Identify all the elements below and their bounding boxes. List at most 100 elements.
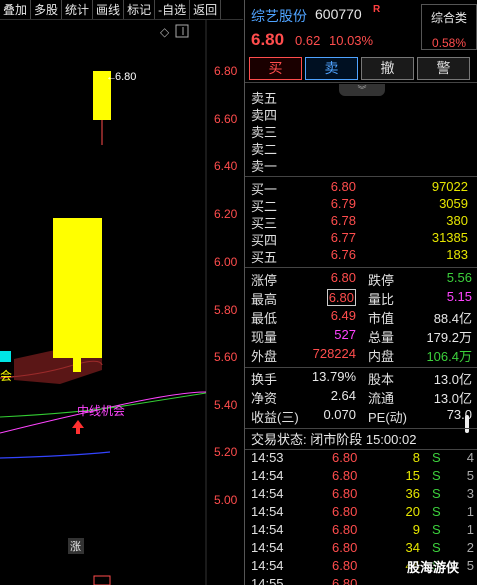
tick-price: 6.80 [332,522,358,537]
axis-label-500: 5.00 [214,493,238,507]
axis-label-680: 6.80 [214,64,238,78]
stats-row: 涨停 6.80 跌停 5.56 [245,270,477,289]
tick-count: 4 [466,450,474,465]
candle-large [53,218,102,358]
tick-row: 14:54 6.80 36 S 3 [245,486,477,504]
tick-direction: S [432,450,441,465]
nav-label: 净资 [251,391,278,406]
limit-down-value: 5.56 [446,270,472,285]
sector-pct: 0.58% [431,36,467,50]
tick-time: 14:55 [251,576,284,585]
window-toggle-icon[interactable] [175,24,189,38]
bid-volume: 31385 [431,230,468,245]
tick-price: 6.80 [332,486,358,501]
tick-volume: 8 [412,450,420,465]
bid-price: 6.79 [330,196,356,211]
tick-row: 14:53 6.80 8 S 4 [245,450,477,468]
signal-text: 中线机会 [77,403,125,418]
float-label: 流通 [368,391,395,406]
price-change-pct: 10.03% [329,33,374,48]
tick-count: 2 [466,540,474,555]
kline-chart[interactable]: ◇ 6.80 6.60 6.40 6.20 6.00 5.80 5.60 5.4… [0,20,243,585]
vol-ratio-label: 量比 [368,292,395,307]
current-price: 6.80 [251,30,285,49]
low-value: 6.49 [330,308,356,323]
r-badge: R [373,4,381,15]
tick-count: 5 [466,558,474,573]
tick-price: 6.80 [332,468,358,483]
axis-label-640: 6.40 [214,159,238,173]
toolbar-statistics[interactable]: 统计 [62,0,94,19]
sector-name: 综合类 [430,11,467,25]
bid-book: 买一 6.80 97022 买二 6.79 3059 买三 6.78 380 买四 6.77 3… [245,179,477,265]
stats-row: 收益(三) 0.070 PE(动) 73.0 [245,407,477,426]
eps-label: 收益(三) [251,410,299,425]
ask-row: 卖三 [245,122,477,140]
divider-stats [245,267,477,268]
diamond-icon[interactable]: ◇ [160,25,170,39]
stats-row: 换手 13.79% 股本 13.0亿 [245,369,477,388]
candle-large-tail [73,358,81,372]
stock-name: 综艺股份 [251,8,307,24]
bid-volume: 3059 [439,196,468,211]
equity-label: 股本 [368,372,395,387]
total-vol-value: 179.2万 [426,330,472,345]
tick-count: 5 [466,468,474,483]
vol-ratio-value: 5.15 [446,289,472,304]
ask-row: 卖二 [245,139,477,157]
cancel-button[interactable]: 撤 [361,57,414,80]
bid-row: 买五 6.76 183 [245,247,477,265]
toolbar-remove-watchlist[interactable]: -自选 [155,0,191,19]
pe-label: PE(动) [368,410,408,425]
limit-up-value: 6.80 [330,270,356,285]
tick-count: 3 [466,486,474,501]
quote-panel: 综艺股份 600770 R 6.80 0.62 10.03% 综合类 0.58%… [244,0,477,585]
equity-value: 13.0亿 [433,372,472,387]
limit-up-label: 涨停 [251,273,278,288]
toolbar-overlay[interactable]: 叠加 [0,0,32,19]
stats-row: 最高 6.80 量比 5.15 [245,289,477,308]
tick-volume: 34 [405,540,420,555]
stock-code: 600770 [315,6,362,22]
tick-row: 14:54 6.80 20 S 1 [245,504,477,522]
toolbar-back[interactable]: 返回 [190,0,222,19]
bid-volume: 380 [446,213,468,228]
nav-value: 2.64 [330,388,356,403]
ask-row: 卖四 [245,105,477,123]
tick-direction: S [432,468,441,483]
ask-label: 卖一 [251,159,278,174]
tick-time: 14:54 [251,540,284,555]
bid-row: 买二 6.79 3059 [245,196,477,214]
trade-status: 交易状态: 闭市阶段 15:00:02 [251,432,417,447]
ask-book: 卖五 卖四 卖三 卖二 卖一 [245,88,477,174]
mkt-cap-label: 市值 [368,311,395,326]
axis-label-580: 5.80 [214,303,238,317]
tick-count: 1 [466,522,474,537]
toolbar-draw-line[interactable]: 画线 [93,0,125,19]
toolbar-multi-stock[interactable]: 多股 [31,0,63,19]
sector-box[interactable]: 综合类 0.58% [421,4,477,50]
alert-button[interactable]: 警 [417,57,470,80]
turnover-value: 13.79% [311,369,356,384]
tick-price: 6.80 [332,450,358,465]
bid-price: 6.76 [330,247,356,262]
tick-count: 1 [466,504,474,519]
toolbar-mark[interactable]: 标记 [124,0,156,19]
buy-button[interactable]: 买 [249,57,302,80]
sell-button[interactable]: 卖 [305,57,358,80]
watermark: 股海游侠 [407,560,460,575]
total-vol-label: 总量 [368,330,395,345]
tick-row: 14:54 6.80 34 S 2 [245,540,477,558]
outer-value: 728224 [312,346,356,361]
tick-time: 14:54 [251,468,284,483]
tick-direction: S [432,522,441,537]
stats-row: 现量 527 总量 179.2万 [245,327,477,346]
ask-row: 卖五 [245,88,477,106]
tick-row: 14:54 6.80 15 S 5 [245,468,477,486]
stats-row: 净资 2.64 流通 13.0亿 [245,388,477,407]
cyan-marker [0,351,11,362]
inner-label: 内盘 [368,349,395,364]
axis-label-540: 5.40 [214,398,238,412]
bid-price: 6.80 [330,179,356,194]
tick-price: 6.80 [332,504,358,519]
